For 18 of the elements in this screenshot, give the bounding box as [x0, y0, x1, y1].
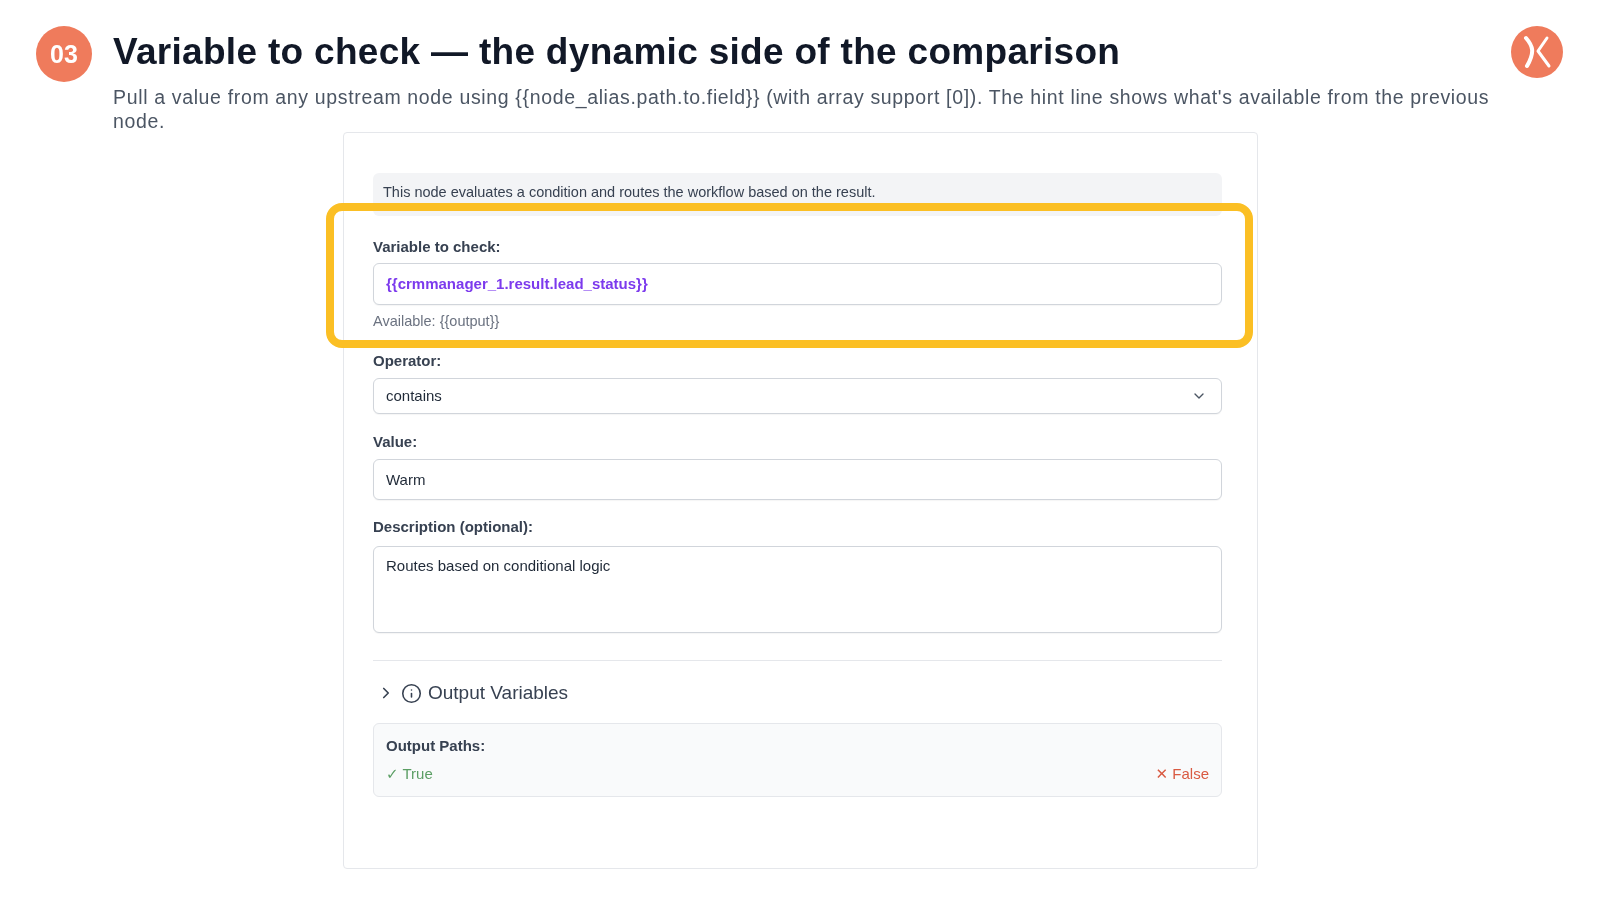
operator-select[interactable]: contains: [373, 378, 1222, 414]
slide-title: Variable to check — the dynamic side of the comparison: [113, 30, 1122, 74]
slide-description: Pull a value from any upstream node using {{node_alias.path.to.field}} (with array support [0]). The hint line shows what's available from the previous node.: [113, 85, 1491, 133]
value-input-field[interactable]: Warm: [373, 459, 1222, 500]
field-label: Operator:: [373, 351, 443, 371]
field-label: Variable to check:: [373, 237, 502, 257]
field-hint: Available: {{output}}: [373, 312, 501, 330]
info-icon: [401, 682, 422, 704]
field-label: Value:: [373, 432, 419, 452]
variable-input-field[interactable]: {{crmmanager_1.result.lead_status}}: [373, 263, 1222, 305]
description-textarea[interactable]: Routes based on conditional logic: [373, 546, 1222, 633]
x-logo-icon: [1511, 26, 1563, 78]
output-variables-toggle[interactable]: Output Variables: [428, 681, 569, 705]
output-paths-label: Output Paths:: [386, 736, 487, 756]
field-label: Description (optional):: [373, 517, 534, 537]
step-number-badge: 03: [36, 26, 92, 82]
false-path-label: ✕ False: [1155, 764, 1209, 784]
true-path-label: ✓ True: [386, 764, 433, 784]
